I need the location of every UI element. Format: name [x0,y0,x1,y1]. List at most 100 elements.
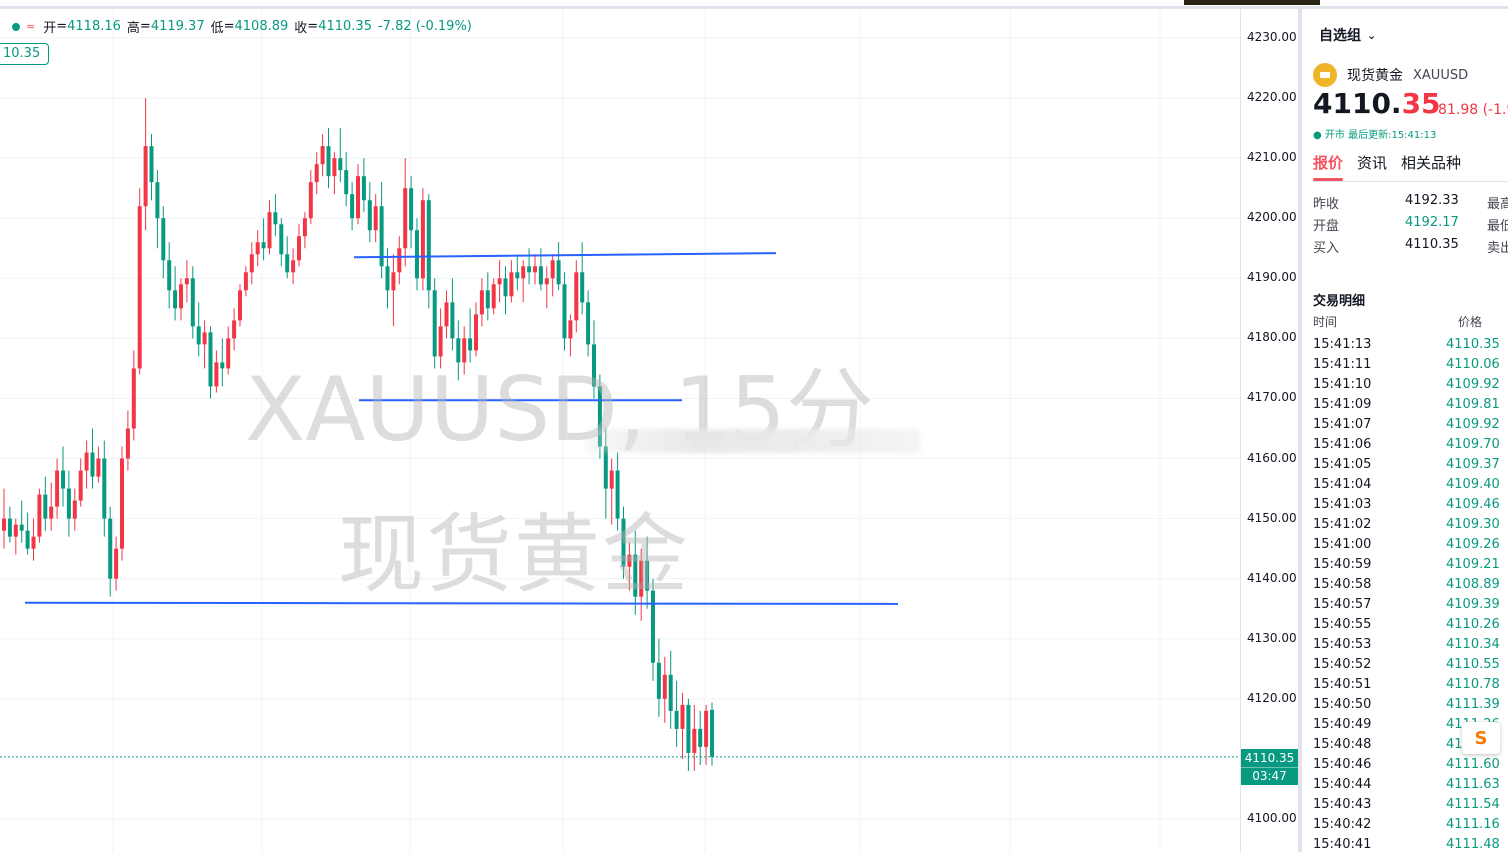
candle-body [538,266,543,285]
trade-row: 15:40:55 4110.26 [1313,615,1508,635]
candle [90,428,95,489]
candle-body [485,290,490,309]
candle-body [220,362,225,369]
candle [285,236,290,279]
candle-body [43,494,48,519]
candle-body [2,518,6,531]
trade-time: 15:40:51 [1313,677,1372,692]
candle-body [291,260,296,273]
candle [479,278,484,327]
candle-body [509,272,514,297]
symbol-header[interactable]: 现货黄金 XAUUSD [1313,63,1468,87]
candle-body [710,709,714,757]
candle-body [255,242,260,255]
candle-body [568,320,573,339]
trade-time: 15:40:48 [1313,737,1372,752]
high-value: 4119.37 [150,19,205,34]
candle [267,200,272,255]
tab-related[interactable]: 相关品种 [1401,152,1461,173]
candle [78,458,83,507]
trade-row: 15:41:07 4109.92 [1313,415,1508,435]
trade-row: 15:40:57 4109.39 [1313,595,1508,615]
price-axis-label: 4200.00 [1247,210,1297,225]
tab-quote[interactable]: 报价 [1313,152,1344,181]
candle-body [31,536,36,549]
candle [84,440,89,489]
candle [55,458,60,519]
candle-body [66,488,71,519]
candle-body [120,458,124,549]
candle [420,188,425,291]
high-label: 高 [126,21,140,36]
trade-price: 4108.89 [1446,577,1500,592]
price-axis-label: 4120.00 [1247,690,1297,705]
chart-area[interactable]: XAUUSD, 15分 现货黄金 ≈ 开 = 4118.16 高 = 4119.37 低… [0,9,1240,852]
candle-body [155,182,160,219]
trade-time: 15:40:44 [1313,777,1372,792]
price-axis[interactable]: 4230.00 4220.00 4210.00 4200.00 4190.00 4180.… [1240,9,1298,852]
candle-body [184,278,189,285]
candle [320,134,325,177]
trades-header: 时间 价格 [1313,313,1508,330]
trade-price: 4109.37 [1446,457,1500,472]
daily-change: -81.98 (-1.9 [1433,102,1508,118]
low-label: 低 [210,21,224,36]
candle-body [25,530,30,549]
trade-time: 15:40:46 [1313,757,1372,772]
candle-body [668,674,673,711]
gold-bar-icon [1313,63,1337,87]
candle [444,290,449,339]
candle [190,266,195,339]
trade-row: 15:40:53 4110.34 [1313,635,1508,655]
trade-row: 15:40:59 4109.21 [1313,555,1508,575]
candle-body [562,284,567,339]
trade-time: 15:40:58 [1313,577,1372,592]
candle [31,518,36,561]
candle-body [450,302,455,339]
close-label: 收 [294,21,308,36]
candle [397,236,402,285]
price-axis-label: 4170.00 [1247,390,1297,405]
candle-body [338,158,343,171]
candle-body [320,146,325,165]
candle-body [698,728,703,747]
trade-time: 15:41:02 [1313,517,1372,532]
candle-body [409,188,414,231]
candle-body [261,242,266,249]
trade-row: 15:40:46 4111.60 [1313,755,1508,775]
trade-row: 15:40:50 4111.39 [1313,695,1508,715]
watermark-name: 现货黄金 [338,505,690,605]
candle-body [385,266,390,291]
candle-body [515,272,520,279]
quote-label: 开盘 [1313,219,1340,234]
price-axis-label: 4220.00 [1247,90,1297,105]
trade-time: 15:41:13 [1313,337,1372,352]
trade-time: 15:40:42 [1313,817,1372,832]
trade-time: 15:40:49 [1313,717,1372,732]
candle [7,506,12,543]
candle-body [686,704,691,753]
trade-price: 4111.54 [1446,797,1500,812]
wave-icon[interactable]: ≈ [26,20,35,33]
candle [308,170,313,225]
current-price-value: 4110.35 [1244,751,1295,765]
candle-body [108,518,113,579]
candle-body [78,470,83,501]
price-axis-label: 4140.00 [1247,570,1297,585]
trades-list[interactable]: 15:41:13 4110.35 15:41:11 4110.06 15:41:10 41… [1313,335,1508,852]
candle-body [137,206,142,369]
candle-body [7,518,12,537]
candle-body [308,182,313,219]
candle-body [302,218,307,237]
candle [527,248,532,285]
candle [125,410,130,471]
trade-row: 15:41:04 4109.40 [1313,475,1508,495]
candle-body [444,302,449,327]
tab-news[interactable]: 资讯 [1357,152,1387,173]
open-value: 4118.16 [67,19,121,34]
candle [137,188,142,375]
candle [680,692,685,759]
trade-row: 15:40:41 4111.48 [1313,835,1508,852]
floating-s-button[interactable]: S [1462,722,1500,754]
watchlist-selector[interactable]: 自选组 ⌄ [1319,25,1376,45]
